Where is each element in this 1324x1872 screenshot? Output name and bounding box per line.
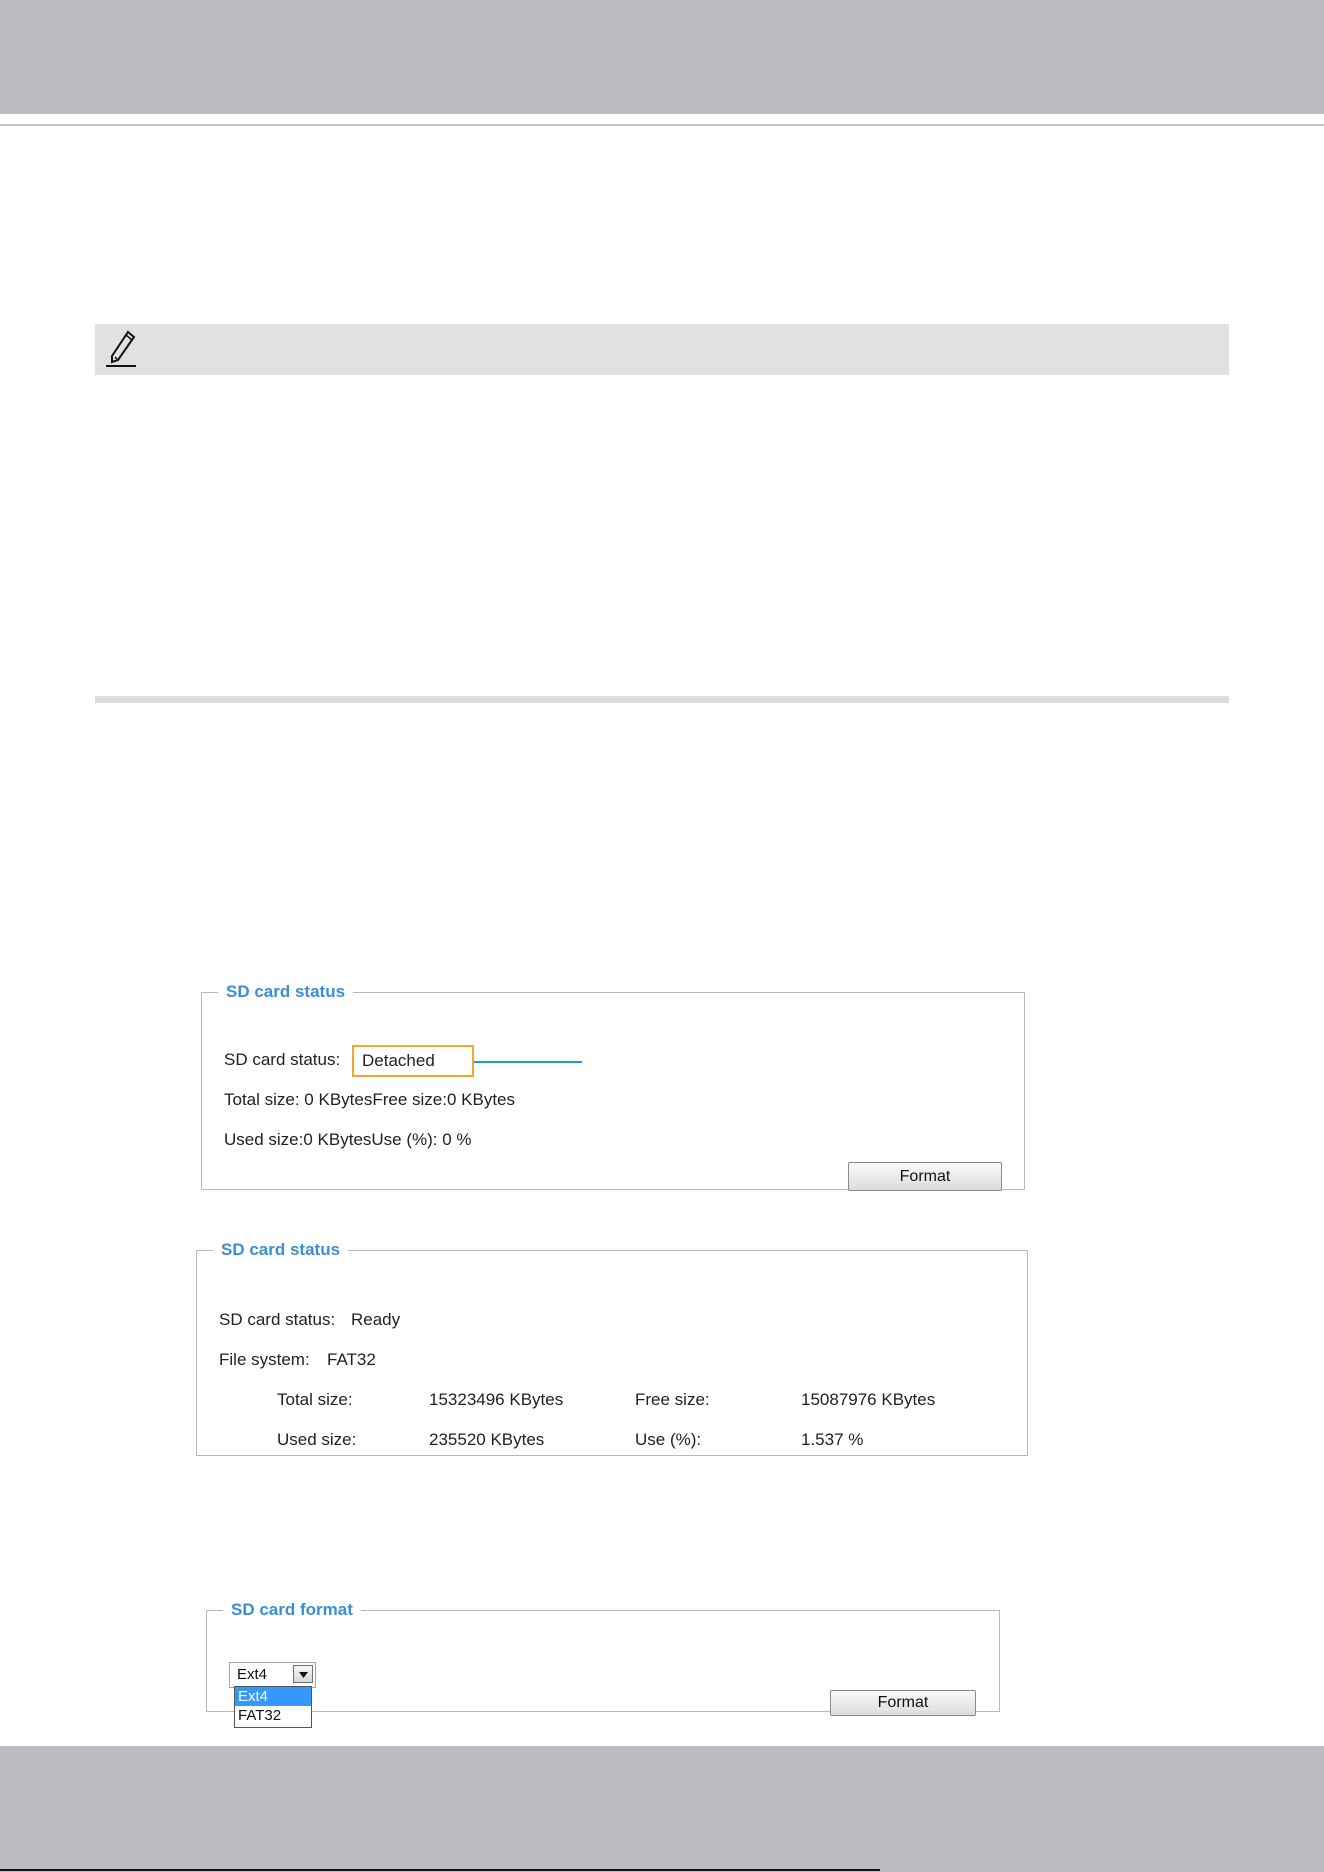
free-size-value: 15087976 KBytes (801, 1390, 936, 1409)
note-bar (95, 324, 1229, 375)
sd-status-label: SD card status: (224, 1050, 341, 1069)
format-button[interactable]: Format (830, 1690, 976, 1716)
header-divider (0, 124, 1324, 126)
use-percent-value: 1.537 % (801, 1430, 864, 1449)
format-button[interactable]: Format (848, 1162, 1002, 1191)
sd-card-format-panel: SD card format Ext4 Ext4 FAT32 Format (206, 1600, 1000, 1728)
used-size-label: Used size: (277, 1430, 357, 1449)
use-percent-label: Use (%): (635, 1430, 702, 1449)
pencil-icon (106, 330, 136, 367)
section-divider (95, 696, 1229, 703)
filesystem-dropdown-list: Ext4 FAT32 (234, 1686, 312, 1728)
used-size-line: Used size:0 KBytesUse (%): 0 % (224, 1130, 472, 1149)
total-size-value: 15323496 KBytes (429, 1390, 564, 1409)
sd-status-value: Detached (352, 1045, 474, 1077)
sd-card-status-panel-ready: SD card status SD card status: Ready Fil… (196, 1240, 1028, 1456)
chevron-down-icon (299, 1672, 308, 1678)
filesystem-select[interactable]: Ext4 (229, 1662, 316, 1688)
used-size-value: 235520 KBytes (429, 1430, 545, 1449)
panel-legend: SD card status (221, 1240, 341, 1259)
file-system-label: File system: (219, 1350, 310, 1369)
file-system-value: FAT32 (327, 1350, 376, 1369)
callout-line (474, 1061, 582, 1063)
sd-status-label: SD card status: (219, 1310, 336, 1329)
panel-legend: SD card format (231, 1600, 353, 1619)
total-free-size-line: Total size: 0 KBytesFree size:0 KBytes (224, 1090, 516, 1109)
dropdown-arrow-button[interactable] (293, 1665, 313, 1683)
filesystem-select-value: Ext4 (237, 1666, 268, 1683)
sd-card-status-panel-detached: SD card status SD card status: Detached … (201, 982, 1025, 1191)
option-ext4[interactable]: Ext4 (235, 1687, 311, 1706)
option-fat32[interactable]: FAT32 (235, 1706, 311, 1725)
total-size-label: Total size: (277, 1390, 353, 1409)
panel-legend: SD card status (226, 982, 346, 1001)
sd-status-value: Ready (351, 1310, 401, 1329)
footer-rule (0, 1869, 880, 1871)
free-size-label: Free size: (635, 1390, 710, 1409)
header-band (0, 0, 1324, 114)
footer-band (0, 1746, 1324, 1872)
